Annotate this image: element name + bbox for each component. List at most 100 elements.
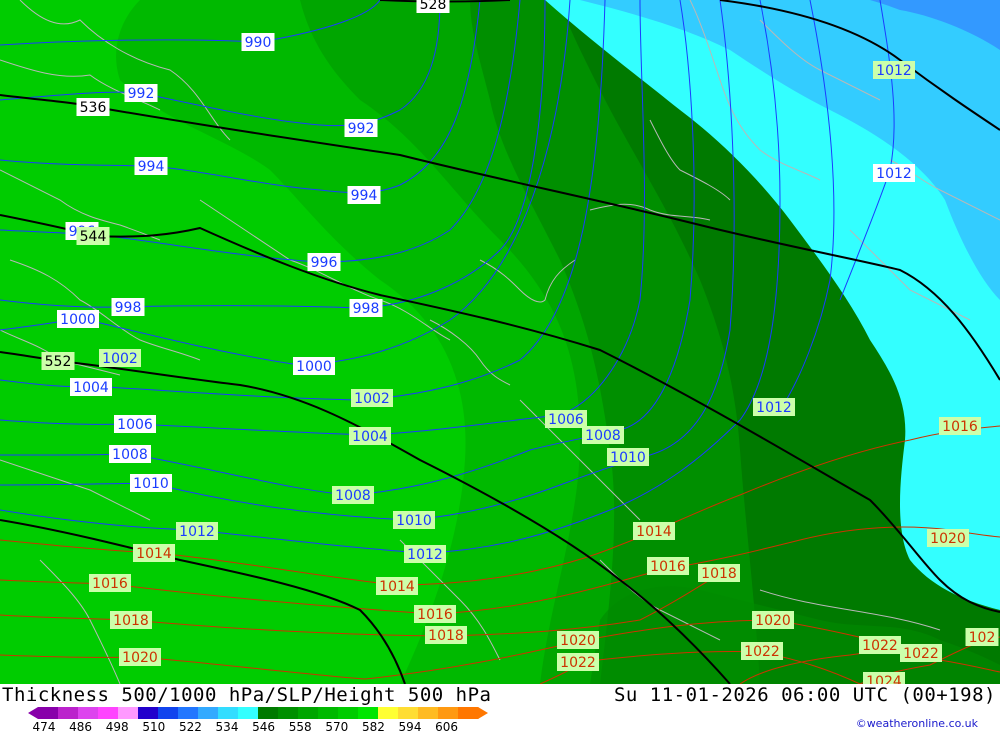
scale-tick-label: 546 — [252, 720, 275, 732]
scale-swatch — [438, 707, 459, 719]
scale-swatch — [458, 707, 479, 719]
height-label-536: 536 — [76, 98, 110, 116]
scale-swatch — [178, 707, 199, 719]
scale-swatch — [98, 707, 119, 719]
scale-swatch — [378, 707, 399, 719]
slp-label-1002b: 1002 — [351, 389, 393, 407]
scale-swatch — [38, 707, 59, 719]
svg-text:1016: 1016 — [942, 419, 978, 435]
slp-label-1002a: 1002 — [99, 349, 141, 367]
slp-label-1000b: 1000 — [293, 357, 335, 375]
scale-swatch — [158, 707, 179, 719]
svg-text:1012: 1012 — [179, 524, 215, 540]
svg-text:1020: 1020 — [755, 613, 791, 629]
slp-label-994a: 994 — [134, 157, 168, 175]
slp-label-1022d: 1022 — [900, 644, 942, 662]
scale-swatch — [218, 707, 239, 719]
slp-label-1020a: 1020 — [119, 648, 161, 666]
svg-text:552: 552 — [45, 354, 72, 370]
svg-text:990: 990 — [245, 35, 272, 51]
slp-label-1018b: 1018 — [425, 626, 467, 644]
svg-text:1012: 1012 — [756, 400, 792, 416]
slp-label-1014a: 1014 — [133, 544, 175, 562]
height-label-544: 544 — [76, 227, 110, 245]
svg-text:1012: 1012 — [876, 166, 912, 182]
scale-swatch — [338, 707, 359, 719]
slp-label-1016c: 1016 — [647, 557, 689, 575]
svg-text:1018: 1018 — [113, 613, 149, 629]
scale-tick-label: 510 — [142, 720, 165, 732]
svg-text:1014: 1014 — [136, 546, 172, 562]
scale-tick-label: 474 — [33, 720, 56, 732]
slp-label-1022b: 1022 — [741, 642, 783, 660]
svg-text:1022: 1022 — [862, 638, 898, 654]
svg-text:1002: 1002 — [354, 391, 390, 407]
svg-text:1018: 1018 — [701, 566, 737, 582]
scale-swatch — [58, 707, 79, 719]
svg-text:528: 528 — [420, 0, 447, 13]
svg-text:1022: 1022 — [903, 646, 939, 662]
slp-label-1006a: 1006 — [114, 415, 156, 433]
svg-text:1020: 1020 — [122, 650, 158, 666]
svg-text:994: 994 — [138, 159, 165, 175]
svg-text:1024: 1024 — [866, 674, 902, 684]
scale-swatch — [418, 707, 439, 719]
slp-label-1012c: 1012 — [753, 398, 795, 416]
slp-label-1020d: 1020 — [927, 529, 969, 547]
scale-swatch — [298, 707, 319, 719]
svg-text:1012: 1012 — [876, 63, 912, 79]
svg-text:1016: 1016 — [417, 607, 453, 623]
slp-label-992b: 992 — [344, 119, 378, 137]
slp-label-1008c: 1008 — [332, 486, 374, 504]
slp-label-1014c: 1014 — [376, 577, 418, 595]
slp-label-1008a: 1008 — [109, 445, 151, 463]
scale-tick-label: 606 — [435, 720, 458, 732]
slp-label-1022c: 1022 — [859, 636, 901, 654]
slp-label-1000a: 1000 — [57, 310, 99, 328]
svg-text:1004: 1004 — [352, 429, 388, 445]
slp-label-1012b: 1012 — [404, 545, 446, 563]
svg-text:1012: 1012 — [407, 547, 443, 563]
slp-label-1016a: 1016 — [89, 574, 131, 592]
scale-swatch — [198, 707, 219, 719]
slp-label-992a: 992 — [124, 84, 158, 102]
slp-label-1024: 1024 — [863, 672, 905, 684]
slp-label-1022a: 1022 — [557, 653, 599, 671]
svg-text:1006: 1006 — [117, 417, 153, 433]
slp-label-1018c: 1018 — [698, 564, 740, 582]
svg-text:536: 536 — [80, 100, 107, 116]
svg-text:994: 994 — [351, 188, 378, 204]
scale-tick-label: 570 — [325, 720, 348, 732]
map-canvas: 9909929929949949969969989981000100010021… — [0, 0, 1000, 684]
slp-label-990: 990 — [241, 33, 275, 51]
scale-swatch — [118, 707, 139, 719]
svg-text:1022: 1022 — [744, 644, 780, 660]
scale-tick-label: 534 — [216, 720, 239, 732]
slp-label-1016b: 1016 — [414, 605, 456, 623]
svg-text:1020: 1020 — [560, 633, 596, 649]
height-label-528: 528 — [416, 0, 450, 13]
map-title: Thickness 500/1000 hPa/SLP/Height 500 hP… — [2, 684, 492, 706]
svg-text:998: 998 — [353, 301, 380, 317]
credit-link[interactable]: ©weatheronline.co.uk — [856, 717, 978, 730]
map-datetime: Su 11-01-2026 06:00 UTC (00+198) — [613, 684, 996, 706]
svg-text:544: 544 — [80, 229, 107, 245]
scale-swatch — [358, 707, 379, 719]
svg-text:102: 102 — [969, 630, 996, 646]
slp-label-996b: 996 — [307, 253, 341, 271]
slp-label-1010b: 1010 — [607, 448, 649, 466]
slp-label-1012d: 1012 — [873, 61, 915, 79]
slp-label-1016d: 1016 — [939, 417, 981, 435]
slp-label-1012e: 1012 — [873, 164, 915, 182]
weather-map: 9909929929949949969969989981000100010021… — [0, 0, 1000, 684]
svg-text:996: 996 — [311, 255, 338, 271]
svg-text:992: 992 — [348, 121, 375, 137]
svg-text:1008: 1008 — [335, 488, 371, 504]
slp-label-1012a: 1012 — [176, 522, 218, 540]
svg-text:1018: 1018 — [428, 628, 464, 644]
scale-swatch — [238, 707, 259, 719]
slp-label-994b: 994 — [347, 186, 381, 204]
scale-swatch — [258, 707, 279, 719]
slp-label-1004b: 1004 — [349, 427, 391, 445]
svg-text:1016: 1016 — [92, 576, 128, 592]
